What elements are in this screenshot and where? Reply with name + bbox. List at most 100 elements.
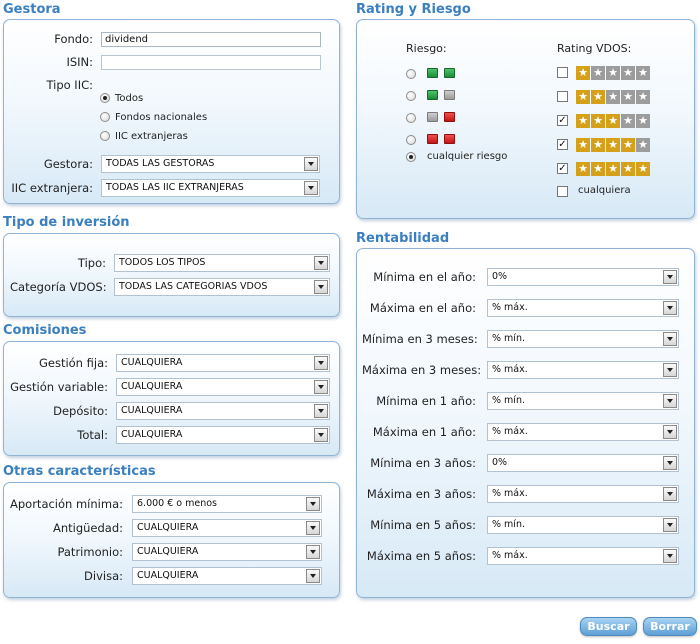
rentabilidad-label: Mínima en 1 año: [376, 394, 476, 408]
divisa-select[interactable]: CUALQUIERA [132, 567, 322, 585]
chevron-down-icon[interactable] [314, 256, 328, 270]
risk-gray-square-icon [444, 90, 455, 100]
radio-tipo-todos-label: Todos [115, 93, 144, 104]
iic-extranjera-select-value: TODAS LAS IIC EXTRANJERAS [106, 182, 244, 193]
rentabilidad-value: 0% [492, 271, 508, 282]
checkbox-rating-4[interactable]: ✓ [557, 139, 568, 150]
isin-input[interactable] [101, 55, 321, 70]
categoria-select[interactable]: TODAS LAS CATEGORIAS VDOS [114, 278, 330, 296]
star-icon: ★ [591, 114, 605, 128]
aportacion-select[interactable]: 6.000 € o menos [132, 495, 322, 513]
patrimonio-value: CUALQUIERA [137, 546, 199, 557]
rentabilidad-select[interactable]: % máx. [487, 547, 679, 565]
chevron-down-icon[interactable] [306, 521, 320, 535]
chevron-down-icon[interactable] [314, 428, 328, 442]
radio-riesgo-2[interactable] [406, 91, 416, 101]
checkbox-rating-5[interactable]: ✓ [557, 163, 568, 174]
star-icon: ★ [636, 114, 650, 128]
rentabilidad-label: Mínima en 3 meses: [362, 332, 478, 346]
chevron-down-icon[interactable] [663, 270, 677, 284]
gestora-select[interactable]: TODAS LAS GESTORAS [101, 155, 320, 173]
gestion-fija-value: CUALQUIERA [121, 357, 183, 368]
deposito-select[interactable]: CUALQUIERA [116, 402, 330, 420]
gestion-fija-select[interactable]: CUALQUIERA [116, 354, 330, 372]
borrar-button[interactable]: Borrar [643, 617, 697, 636]
chevron-down-icon[interactable] [306, 545, 320, 559]
rentabilidad-select[interactable]: 0% [487, 268, 679, 286]
risk-red-square-icon [444, 112, 455, 122]
rentabilidad-value: % mín. [492, 395, 525, 406]
radio-tipo-extranjeras-label: IIC extranjeras [115, 131, 188, 142]
chevron-down-icon[interactable] [663, 301, 677, 315]
antiguedad-select[interactable]: CUALQUIERA [132, 519, 322, 537]
buscar-button[interactable]: Buscar [580, 617, 637, 636]
rentabilidad-select[interactable]: % máx. [487, 485, 679, 503]
gestion-variable-select[interactable]: CUALQUIERA [116, 378, 330, 396]
chevron-down-icon[interactable] [314, 280, 328, 294]
rentabilidad-select[interactable]: % máx. [487, 423, 679, 441]
deposito-value: CUALQUIERA [121, 405, 183, 416]
tipo-iic-label: Tipo IIC: [46, 78, 93, 92]
star-icon: ★ [606, 162, 620, 176]
chevron-down-icon[interactable] [663, 549, 677, 563]
radio-riesgo-3[interactable] [406, 113, 416, 123]
risk-green-square-icon [444, 68, 455, 78]
checkbox-rating-3[interactable]: ✓ [557, 115, 568, 126]
chevron-down-icon[interactable] [306, 569, 320, 583]
chevron-down-icon[interactable] [663, 332, 677, 346]
rentabilidad-select[interactable]: % mín. [487, 516, 679, 534]
radio-tipo-nacionales-label: Fondos nacionales [115, 112, 208, 123]
total-value: CUALQUIERA [121, 429, 183, 440]
chevron-down-icon[interactable] [304, 157, 318, 171]
checkbox-cualquiera[interactable] [557, 186, 568, 197]
iic-extranjera-select[interactable]: TODAS LAS IIC EXTRANJERAS [101, 179, 320, 197]
antiguedad-value: CUALQUIERA [137, 522, 199, 533]
chevron-down-icon[interactable] [663, 487, 677, 501]
chevron-down-icon[interactable] [306, 497, 320, 511]
rentabilidad-select[interactable]: % mín. [487, 392, 679, 410]
radio-tipo-nacionales[interactable] [100, 112, 110, 122]
chevron-down-icon[interactable] [314, 356, 328, 370]
radio-cualquier-riesgo[interactable] [406, 152, 416, 162]
chevron-down-icon[interactable] [314, 380, 328, 394]
cualquiera-label: cualquiera [578, 185, 631, 196]
chevron-down-icon[interactable] [663, 456, 677, 470]
checkbox-rating-1[interactable] [557, 67, 568, 78]
rentabilidad-value: % máx. [492, 488, 528, 499]
rating-stars-3: ★ ★ ★ ★ ★ [576, 114, 650, 128]
risk-gray-square-icon [427, 112, 438, 122]
otras-title: Otras características [3, 464, 156, 479]
radio-tipo-todos[interactable] [100, 93, 110, 103]
rentabilidad-label: Mínima en 3 años: [370, 456, 476, 470]
radio-tipo-extranjeras[interactable] [100, 131, 110, 141]
rentabilidad-label: Máxima en 3 años: [366, 487, 476, 501]
divisa-label: Divisa: [84, 569, 123, 583]
patrimonio-select[interactable]: CUALQUIERA [132, 543, 322, 561]
checkbox-rating-2[interactable] [557, 91, 568, 102]
rentabilidad-value: % máx. [492, 550, 528, 561]
rating-stars-4: ★ ★ ★ ★ ★ [576, 138, 650, 152]
rentabilidad-select[interactable]: 0% [487, 454, 679, 472]
fondo-input[interactable] [101, 32, 321, 47]
rentabilidad-select[interactable]: % máx. [487, 361, 679, 379]
chevron-down-icon[interactable] [663, 518, 677, 532]
radio-riesgo-4[interactable] [406, 135, 416, 145]
chevron-down-icon[interactable] [314, 404, 328, 418]
fondo-label: Fondo: [54, 32, 93, 46]
rentabilidad-value: % máx. [492, 302, 528, 313]
rentabilidad-select[interactable]: % máx. [487, 299, 679, 317]
star-icon: ★ [636, 66, 650, 80]
star-icon: ★ [621, 138, 635, 152]
chevron-down-icon[interactable] [663, 425, 677, 439]
categoria-label: Categoría VDOS: [10, 280, 107, 294]
total-select[interactable]: CUALQUIERA [116, 426, 330, 444]
chevron-down-icon[interactable] [304, 181, 318, 195]
chevron-down-icon[interactable] [663, 394, 677, 408]
total-label: Total: [77, 428, 108, 442]
rentabilidad-label: Máxima en 3 meses: [362, 363, 482, 377]
rentabilidad-title: Rentabilidad [356, 231, 450, 246]
chevron-down-icon[interactable] [663, 363, 677, 377]
tipo-select[interactable]: TODOS LOS TIPOS [114, 254, 330, 272]
rentabilidad-select[interactable]: % mín. [487, 330, 679, 348]
radio-riesgo-1[interactable] [406, 69, 416, 79]
